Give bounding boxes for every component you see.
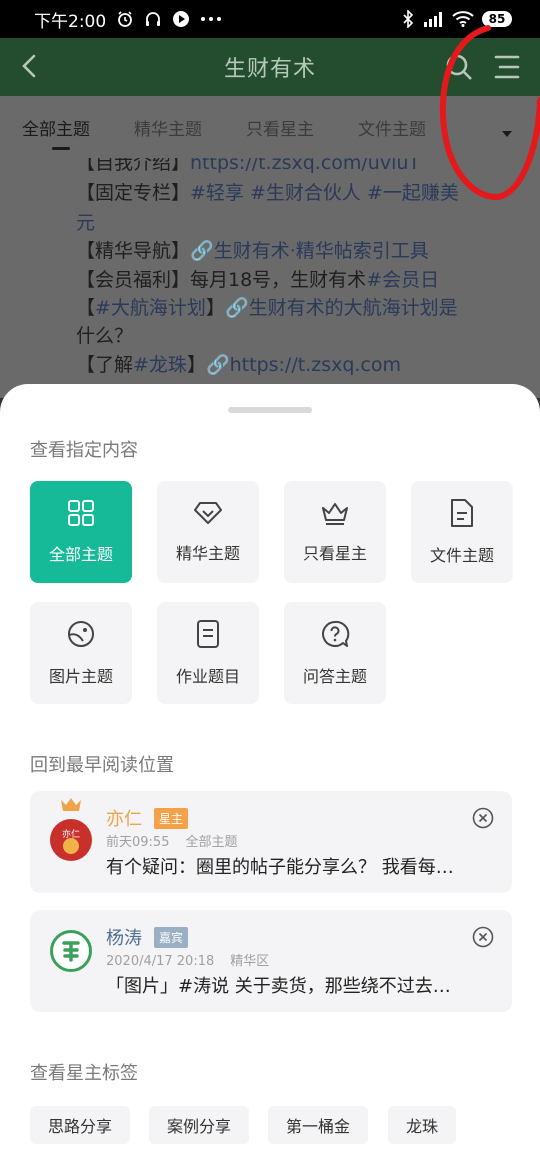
avatar [50,930,92,972]
post-tag[interactable]: #龙珠 [133,354,187,376]
battery-icon: 85 [482,11,512,27]
owner-tag-chip[interactable]: 第一桶金 [268,1106,369,1144]
topic-tabs: 全部主题 精华主题 只看星主 文件主题 [0,96,540,158]
post-link[interactable]: 生财有术的大航海计划是 [249,297,458,319]
filter-files[interactable]: 文件主题 [411,481,513,583]
back-icon[interactable] [18,52,40,84]
tab-dropdown-icon[interactable] [500,124,514,143]
bluetooth-icon [402,10,414,28]
post-link[interactable]: https://t.zsxq.com [230,354,401,376]
question-icon [320,619,350,653]
alarm-icon [116,10,134,28]
tab-owner-only[interactable]: 只看星主 [246,115,314,140]
filter-qa[interactable]: 问答主题 [284,602,386,704]
more-dots-icon [200,15,222,23]
wifi-icon [452,11,474,27]
signal-icon [422,11,444,27]
post-link[interactable]: https://t.zsxq.com/uvluT [190,158,420,174]
role-badge: 星主 [154,808,189,829]
crown-icon [320,500,350,530]
post-meta: 2020/4/17 20:18 精华区 [106,954,270,969]
diamond-icon [193,500,223,530]
post-excerpt: 「图片」#涛说 关于卖货，那些绕不过去… [106,976,451,997]
app-header: 生财有术 [0,38,540,96]
crown-icon [60,797,82,817]
author-name[interactable]: 杨涛 [106,924,142,950]
page-title: 生财有术 [223,57,316,82]
role-badge: 嘉宾 [154,927,189,948]
link-icon: 🔗 [190,240,214,262]
close-icon[interactable] [472,807,494,833]
filter-featured[interactable]: 精华主题 [157,481,259,583]
post-excerpt: 有个疑问：圈里的帖子能分享么？ 我看每… [106,857,454,878]
play-icon [172,10,190,28]
reading-position-card[interactable]: 亦仁 亦仁 星主 前天09:55 全部主题 有个疑问：圈里的帖子能分享么？ 我看每… [30,791,512,893]
image-icon [66,619,96,653]
status-time: 下午2:00 [34,11,107,32]
post-tag[interactable]: #生财合伙人 [250,182,361,204]
post-meta: 前天09:55 全部主题 [106,835,238,850]
filter-owner-only[interactable]: 只看星主 [284,481,386,583]
reading-position-card[interactable]: 杨涛 嘉宾 2020/4/17 20:18 精华区 「图片」#涛说 关于卖货，那些… [30,910,512,1012]
headphone-icon [144,10,162,28]
author-name[interactable]: 亦仁 [106,805,142,831]
sheet-drag-handle[interactable] [228,407,312,413]
section-title-owner-tags: 查看星主标签 [30,1063,138,1084]
post-tag[interactable]: #会员日 [366,269,439,291]
grid-icon [67,499,95,531]
tab-files[interactable]: 文件主题 [358,115,426,140]
filter-images[interactable]: 图片主题 [30,602,132,704]
assignment-icon [195,619,221,653]
tab-all[interactable]: 全部主题 [22,115,90,150]
owner-tag-chip[interactable]: 思路分享 [30,1106,131,1144]
post-tag[interactable]: #大航海计划 [95,297,206,319]
svg-text:亦仁: 亦仁 [62,828,80,840]
document-icon [449,498,475,532]
post-link[interactable]: 生财有术·精华帖索引工具 [214,240,429,262]
filter-bottom-sheet: 查看指定内容 全部主题 精华主题 只看星主 文件主题 图片主题 作业题目 问答主… [0,384,540,1170]
avatar: 亦仁 [50,819,92,861]
post-tag[interactable]: #一起赚美 [367,182,459,204]
background-post: 【自我介绍】https://t.zsxq.com/uvluT 【固定专栏】#轻享… [0,158,540,398]
menu-icon[interactable] [492,52,522,86]
search-icon[interactable] [444,52,474,86]
status-bar: 下午2:00 85 [0,0,540,38]
owner-tag-chip[interactable]: 龙珠 [388,1106,457,1144]
filter-all-topics[interactable]: 全部主题 [30,481,132,583]
section-title-reading-position: 回到最早阅读位置 [30,755,174,776]
section-title-filter: 查看指定内容 [30,440,138,461]
link-icon: 🔗 [224,297,249,319]
owner-tag-chip[interactable]: 案例分享 [149,1106,250,1144]
link-icon: 🔗 [205,354,230,376]
tab-featured[interactable]: 精华主题 [134,115,202,140]
filter-assignments[interactable]: 作业题目 [157,602,259,704]
post-tag[interactable]: #轻享 [190,182,244,204]
close-icon[interactable] [472,926,494,952]
